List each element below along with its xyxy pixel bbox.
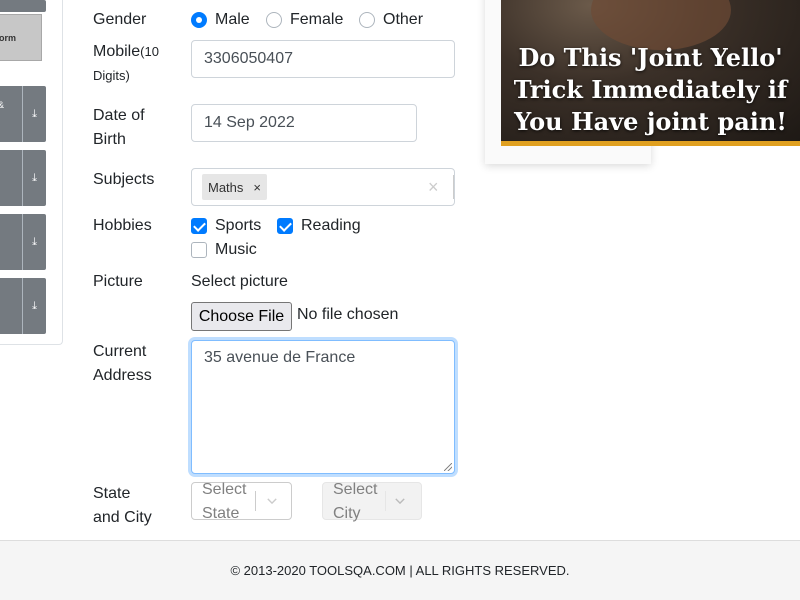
address-label-line: Address: [93, 367, 152, 384]
state-select-separator: [255, 491, 256, 511]
mobile-input[interactable]: 3306050407: [191, 40, 455, 78]
side-nav-panel: orm & ⤓ ⤓ ⤓ ⤓: [0, 0, 63, 345]
advertisement-banner[interactable]: Do This 'Joint Yello' Trick Immediately …: [501, 0, 800, 146]
hobby-checkbox-music[interactable]: [191, 242, 207, 258]
state-city-label-line: State: [93, 485, 131, 502]
state-select[interactable]: Select State: [191, 481, 292, 522]
address-label: Current Address: [93, 340, 152, 388]
hobby-option-label: Sports: [215, 217, 262, 234]
chevron-down-icon[interactable]: [391, 492, 409, 510]
side-nav-item[interactable]: & ⤓: [0, 86, 46, 142]
download-icon: ⤓: [22, 278, 46, 334]
mobile-label-text: Mobile: [93, 43, 141, 60]
download-icon: ⤓: [22, 214, 46, 270]
side-nav-item-label: orm: [0, 32, 17, 43]
state-city-label: State and City: [93, 482, 152, 530]
subject-tag: Maths ×: [202, 174, 267, 200]
resize-handle-icon[interactable]: [444, 463, 452, 471]
city-placeholder-line: City: [333, 505, 361, 522]
current-address-textarea[interactable]: 35 avenue de France: [191, 340, 455, 474]
gender-option-label: Female: [290, 11, 344, 28]
download-icon: ⤓: [22, 86, 46, 142]
dob-label-line: Birth: [93, 131, 126, 148]
side-nav-item-top[interactable]: [0, 0, 46, 12]
address-label-line: Current: [93, 343, 147, 360]
remove-tag-icon[interactable]: ×: [249, 180, 267, 195]
hobby-checkbox-reading[interactable]: [277, 218, 293, 234]
dob-label: Date of Birth: [93, 104, 145, 152]
side-nav-item-practice-form[interactable]: orm: [0, 14, 42, 61]
city-placeholder-line: Select: [333, 481, 378, 498]
hobby-option-label: Reading: [301, 217, 361, 234]
hobby-checkbox-sports[interactable]: [191, 218, 207, 234]
choose-file-button[interactable]: Choose File: [191, 302, 292, 331]
current-address-value: 35 avenue de France: [204, 349, 356, 366]
ad-headline: Do This 'Joint Yello' Trick Immediately …: [513, 43, 788, 136]
city-placeholder: Select City: [333, 478, 377, 526]
dob-label-line: Date of: [93, 107, 145, 124]
picture-label: Picture: [93, 273, 143, 290]
city-select[interactable]: Select City: [322, 481, 422, 522]
clear-icon[interactable]: ×: [428, 178, 439, 196]
city-select-separator: [385, 491, 386, 511]
select-picture-text: Select picture: [191, 273, 288, 290]
hobby-option-label: Music: [215, 241, 257, 258]
dob-input[interactable]: 14 Sep 2022: [191, 104, 417, 142]
subjects-separator: [453, 175, 454, 199]
footer-copyright: © 2013-2020 TOOLSQA.COM | ALL RIGHTS RES…: [230, 563, 570, 578]
gender-label: Gender: [93, 11, 147, 28]
side-nav-item[interactable]: ⤓: [0, 278, 46, 334]
subject-tag-label: Maths: [208, 179, 244, 195]
chevron-down-icon[interactable]: [263, 492, 281, 510]
gender-radio-female[interactable]: [266, 12, 282, 28]
gender-radio-other[interactable]: [359, 12, 375, 28]
side-nav-item[interactable]: ⤓: [0, 150, 46, 206]
download-icon: ⤓: [22, 150, 46, 206]
hobbies-label: Hobbies: [93, 217, 152, 234]
gender-radio-male[interactable]: [191, 12, 207, 28]
state-placeholder-line: Select: [202, 481, 247, 498]
subjects-label: Subjects: [93, 171, 155, 188]
side-nav-item-label: &: [0, 100, 4, 110]
gender-option-label: Other: [383, 11, 424, 28]
file-status: No file chosen: [297, 306, 399, 323]
footer: © 2013-2020 TOOLSQA.COM | ALL RIGHTS RES…: [0, 540, 800, 600]
gender-option-label: Male: [215, 11, 250, 28]
mobile-label: Mobile(10 Digits): [93, 40, 185, 88]
side-nav-item[interactable]: ⤓: [0, 214, 46, 270]
state-placeholder: Select State: [202, 478, 246, 526]
state-city-label-line: and City: [93, 509, 152, 526]
state-placeholder-line: State: [202, 505, 240, 522]
